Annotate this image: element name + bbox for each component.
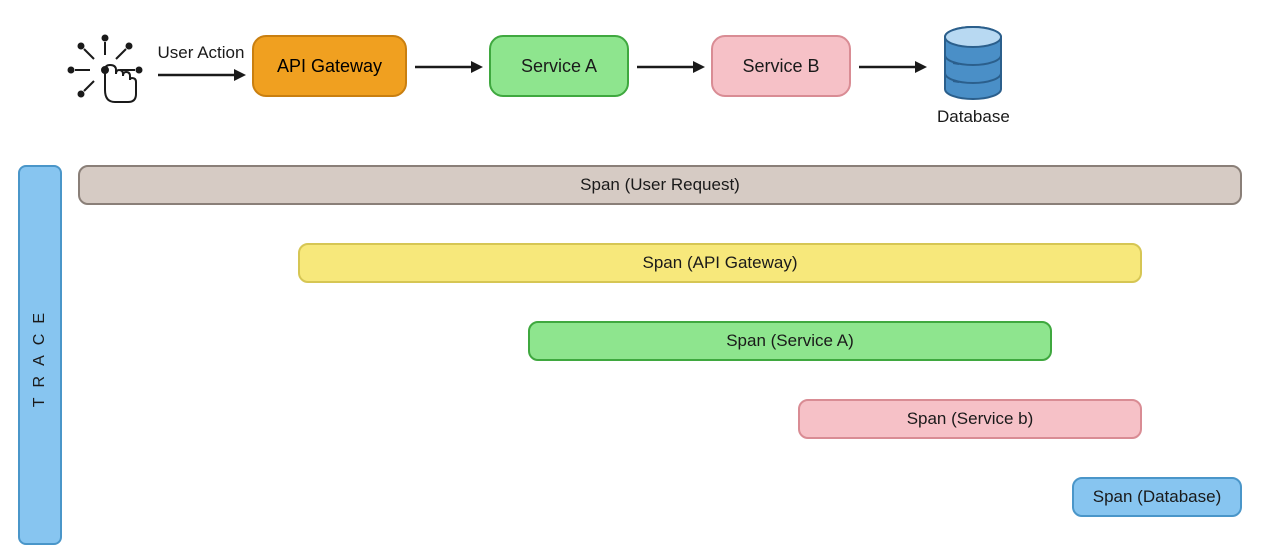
- node-api-gateway: API Gateway: [252, 35, 407, 97]
- arrow-user-action: User Action: [156, 43, 246, 85]
- trace-sidebar: TRACE: [18, 165, 62, 545]
- spans-timeline: Span (User Request) Span (API Gateway) S…: [78, 165, 1242, 545]
- database-icon: [939, 25, 1007, 103]
- span-label: Span (Database): [1093, 487, 1222, 507]
- span-label: Span (User Request): [580, 175, 740, 195]
- span-label: Span (Service A): [726, 331, 854, 351]
- span-api-gateway: Span (API Gateway): [298, 243, 1142, 283]
- database-label: Database: [937, 107, 1010, 127]
- trace-label: TRACE: [31, 303, 49, 407]
- arrow-3: [857, 57, 927, 77]
- span-database: Span (Database): [1072, 477, 1242, 517]
- touch-icon: [60, 30, 150, 115]
- arrow-label-user-action: User Action: [158, 43, 245, 63]
- flow-diagram: User Action API Gateway Service A Servic…: [60, 25, 1242, 135]
- node-label: API Gateway: [277, 56, 382, 77]
- span-service-b: Span (Service b): [798, 399, 1142, 439]
- arrow-2: [635, 57, 705, 77]
- node-label: Service A: [521, 56, 597, 77]
- span-label: Span (API Gateway): [643, 253, 798, 273]
- arrow-1: [413, 57, 483, 77]
- span-user-request: Span (User Request): [78, 165, 1242, 205]
- node-service-a: Service A: [489, 35, 629, 97]
- node-service-b: Service B: [711, 35, 851, 97]
- span-service-a: Span (Service A): [528, 321, 1052, 361]
- node-label: Service B: [742, 56, 819, 77]
- span-label: Span (Service b): [907, 409, 1034, 429]
- database-icon-wrap: Database: [937, 25, 1010, 127]
